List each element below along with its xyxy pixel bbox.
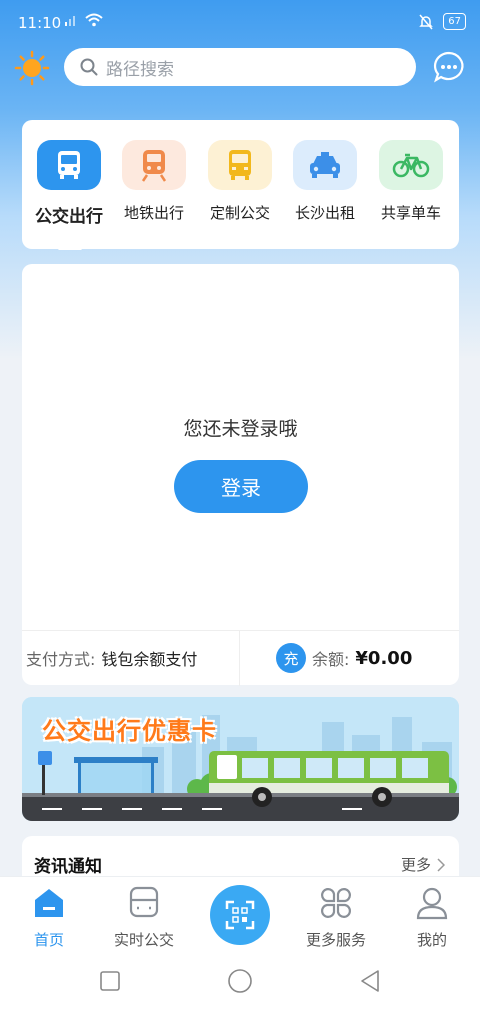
message-icon[interactable] [432,50,466,84]
custom-bus-icon [208,140,272,190]
promo-banner[interactable]: 公交出行优惠卡 [22,697,459,821]
news-more-link[interactable]: 更多 [401,854,445,875]
signal-icons [64,13,104,27]
bus-icon [37,140,101,190]
search-input[interactable]: 路径搜索 [64,48,416,86]
home-icon [4,885,94,921]
tab-realtime-label: 实时公交 [113,931,174,949]
taxi-icon [293,140,357,190]
bottom-tab-bar: 首页 实时公交 更多服务 我的 [0,876,480,956]
tab-mine-label: 我的 [416,931,447,949]
nav-item-bus[interactable]: 公交出行 [29,140,109,227]
nav-item-taxi[interactable]: 长沙出租 [285,140,365,223]
nav-label-taxi: 长沙出租 [294,204,355,222]
banner-title: 公交出行优惠卡 [42,717,217,745]
battery-indicator: 67 [443,13,466,30]
balance-value: ¥0.00 [355,647,413,669]
payment-method[interactable]: 支付方式: 钱包余额支付 [22,630,240,686]
wifi-icon [85,13,103,27]
balance-label: 余额: [312,650,350,669]
top-header: 路径搜索 [0,48,480,88]
nav-item-custom-bus[interactable]: 定制公交 [200,140,280,223]
payment-method-value: 钱包余额支付 [101,650,198,669]
nav-label-custom-bus: 定制公交 [209,204,270,222]
metro-icon [122,140,186,190]
balance-section: 充 余额: ¥0.00 [240,643,412,673]
back-nav-icon[interactable] [357,968,383,994]
nav-label-bus: 公交出行 [35,207,103,227]
bicycle-icon [379,140,443,190]
news-more-label: 更多 [400,856,431,874]
tab-home[interactable]: 首页 [4,885,94,950]
system-nav-bar [0,956,480,1013]
login-card: 您还未登录哦 登录 支付方式: 钱包余额支付 充 余额: ¥0.00 [22,264,459,686]
status-bar: 11:10 67 [0,0,480,44]
tab-more-services[interactable]: 更多服务 [291,885,381,950]
scan-qr-button[interactable] [210,885,270,945]
user-icon [387,885,477,921]
tab-home-label: 首页 [33,931,64,949]
nav-label-metro: 地铁出行 [123,204,184,222]
cell-signal-icon [65,16,75,26]
news-title: 资讯通知 [34,857,102,877]
status-time: 11:10 [18,14,62,32]
payment-row: 支付方式: 钱包余额支付 充 余额: ¥0.00 [22,630,459,686]
chevron-right-icon [437,857,445,872]
recent-apps-icon[interactable] [97,968,123,994]
home-nav-icon[interactable] [227,968,253,994]
nav-item-metro[interactable]: 地铁出行 [114,140,194,223]
qr-scan-icon [225,900,255,930]
tab-realtime-bus[interactable]: 实时公交 [99,885,189,950]
recharge-button[interactable]: 充 [276,643,306,673]
more-services-icon [291,885,381,921]
tab-more-services-label: 更多服务 [305,931,366,949]
search-placeholder: 路径搜索 [106,59,174,80]
mute-bell-icon [419,14,434,29]
weather-sun-icon[interactable] [14,50,50,86]
login-button[interactable]: 登录 [174,460,308,513]
payment-method-label: 支付方式: [26,650,96,669]
nav-label-bicycle: 共享单车 [380,204,441,222]
travel-mode-card: 公交出行 地铁出行 定制公交 长沙出租 共享单车 [22,120,459,249]
active-tab-pointer [58,236,82,250]
login-hint-text: 您还未登录哦 [183,418,298,440]
search-icon [80,58,98,76]
tab-mine[interactable]: 我的 [387,885,477,950]
nav-item-bicycle[interactable]: 共享单车 [371,140,451,223]
realtime-bus-icon [99,885,189,921]
